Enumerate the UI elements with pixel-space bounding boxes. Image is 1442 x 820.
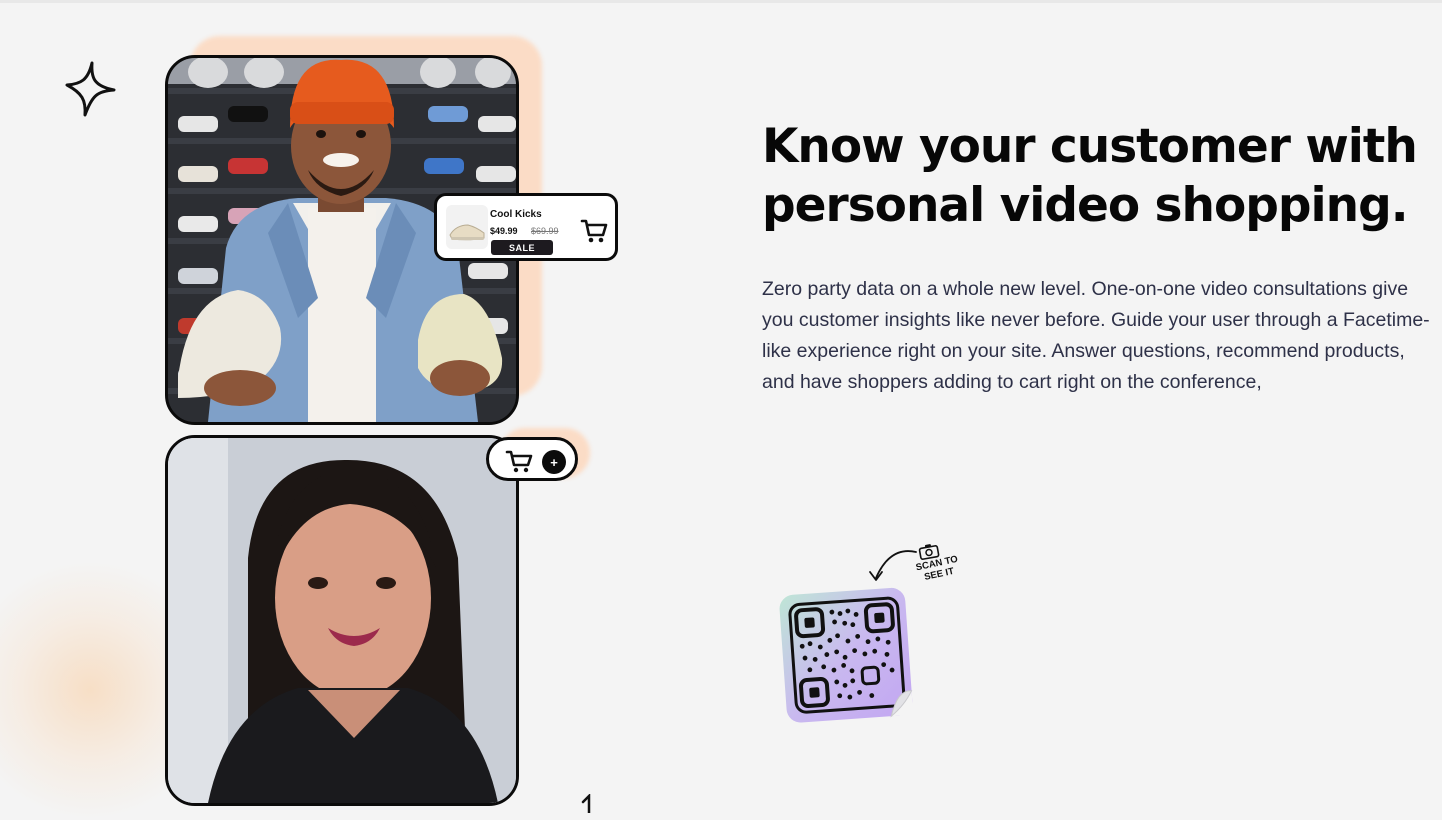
qr-code-sticker[interactable]	[779, 585, 919, 727]
shopping-cart-icon[interactable]	[580, 218, 608, 244]
product-popup[interactable]: Cool Kicks $49.99 $69.99 SALE	[434, 193, 618, 261]
top-divider	[0, 0, 1442, 3]
feature-headline: Know your customer with personal video s…	[762, 117, 1422, 235]
add-to-cart-pill[interactable]: +	[486, 437, 578, 481]
sneaker-icon	[449, 224, 485, 241]
feature-description: Zero party data on a whole new level. On…	[762, 278, 1430, 393]
sparkle-icon	[65, 61, 116, 117]
shopping-cart-icon	[505, 450, 533, 473]
customer-video-frame	[168, 438, 516, 803]
video-call-customer[interactable]	[165, 435, 519, 806]
product-old-price: $69.99	[531, 226, 559, 236]
sale-badge: SALE	[491, 240, 553, 255]
headline-line-2: personal video shopping.	[762, 178, 1409, 233]
headline-line-1: Know your customer with	[762, 119, 1418, 174]
product-name: Cool Kicks	[490, 209, 542, 220]
product-thumbnail	[446, 205, 488, 249]
doodle-mark	[581, 794, 591, 813]
product-price: $49.99	[490, 226, 518, 236]
add-button[interactable]: +	[542, 450, 566, 474]
